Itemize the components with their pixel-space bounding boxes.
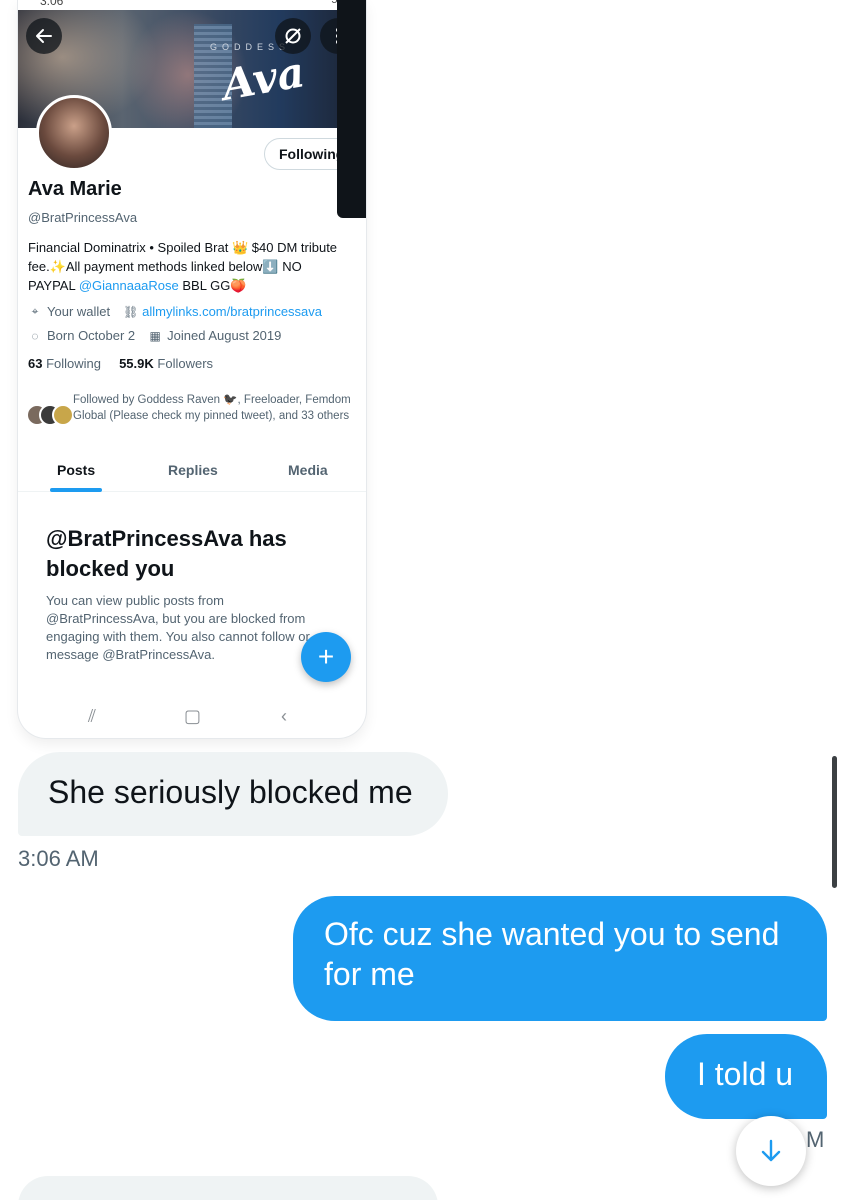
followers-count-link[interactable]: 55.9K Followers (119, 356, 213, 371)
followed-by-avatars (26, 404, 74, 426)
profile-location: Your wallet (47, 304, 111, 319)
bio-text-end: BBL GG🍑 (178, 278, 247, 293)
plus-icon: + (317, 641, 335, 672)
scroll-to-bottom-button[interactable] (736, 1116, 806, 1186)
profile-website-link[interactable]: allmylinks.com/bratprincessava (142, 304, 322, 319)
arrow-down-icon (761, 1139, 781, 1162)
status-bar: 3:06 5G (18, 0, 366, 10)
status-time: 3:06 (40, 0, 64, 8)
message-timestamp: 3:06 AM (18, 846, 99, 871)
received-message[interactable]: She seriously blocked me (18, 752, 448, 836)
subscribe-button[interactable] (275, 18, 311, 54)
profile-handle: @BratPrincessAva (28, 210, 138, 225)
link-icon: ⛓ (123, 304, 139, 319)
followed-by-text: Followed by Goddess Raven 🐦‍⬛, Freeloade… (73, 394, 351, 422)
tab-posts[interactable]: Posts (57, 462, 95, 478)
received-message-partial (18, 1176, 438, 1200)
active-tab-indicator (50, 488, 102, 492)
crossed-circle-icon (285, 28, 301, 44)
profile-meta-row-2: ◌ Born October 2 ▦ Joined August 2019 (28, 328, 281, 343)
avatar[interactable] (36, 95, 112, 171)
calendar-icon: ▦ (149, 328, 161, 343)
sent-message[interactable]: I told u (665, 1034, 827, 1119)
profile-tabs: Posts Replies Media (18, 452, 366, 492)
bio-mention-link[interactable]: @GiannaaaRose (79, 278, 179, 293)
tab-media[interactable]: Media (288, 462, 328, 478)
compose-fab-button[interactable]: + (301, 632, 351, 682)
blocked-message: You can view public posts from @BratPrin… (46, 593, 310, 662)
tab-replies[interactable]: Replies (168, 462, 218, 478)
profile-born: Born October 2 (47, 328, 136, 343)
profile-joined: Joined August 2019 (167, 328, 282, 343)
profile-meta-row-1: ⌖ Your wallet ⛓ allmylinks.com/bratprinc… (28, 304, 322, 319)
shared-screenshot[interactable]: 3:06 5G GODDESS Ava Following Ava Marie … (18, 0, 366, 738)
follow-counts: 63 Following 55.9K Followers (28, 356, 213, 371)
back-button[interactable] (26, 18, 62, 54)
chat-scrollbar[interactable] (832, 756, 837, 888)
profile-name: Ava Marie (28, 178, 122, 200)
followed-by-section[interactable]: Followed by Goddess Raven 🐦‍⬛, Freeloade… (26, 392, 356, 440)
recents-icon[interactable]: ⫽ (88, 706, 96, 727)
balloon-icon: ◌ (31, 328, 39, 343)
home-icon[interactable]: ▢ (184, 706, 201, 727)
sent-message-timestamp: M (806, 1127, 825, 1152)
screenshot-scroll-thumb (337, 0, 366, 218)
blocked-title: @BratPrincessAva has blocked you (46, 526, 287, 581)
profile-bio: Financial Dominatrix • Spoiled Brat 👑 $4… (28, 238, 348, 295)
location-pin-icon: ⌖ (31, 304, 39, 318)
arrow-left-icon (36, 29, 52, 43)
following-count-link[interactable]: 63 Following (28, 356, 101, 371)
sent-message[interactable]: Ofc cuz she wanted you to send for me (293, 896, 827, 1021)
android-nav-bar: ⫽ ▢ ‹ (18, 700, 366, 738)
back-nav-icon[interactable]: ‹ (281, 706, 287, 727)
